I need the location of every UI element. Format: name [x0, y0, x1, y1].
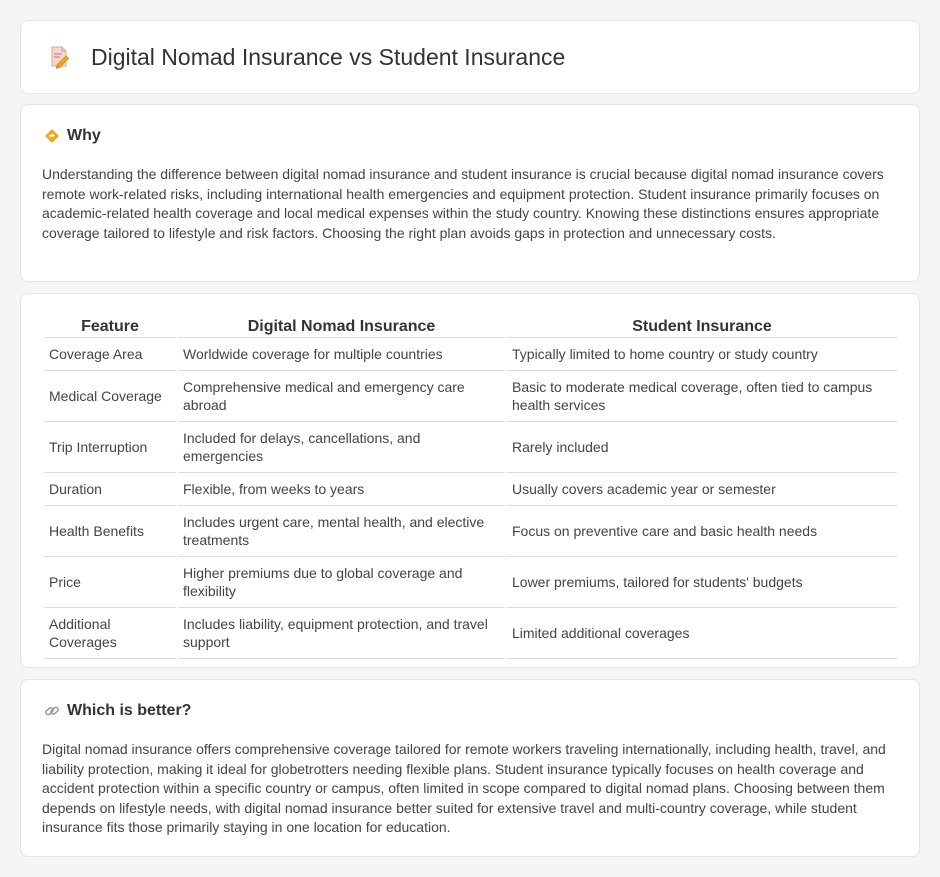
- page-title: Digital Nomad Insurance vs Student Insur…: [91, 43, 566, 70]
- why-section: Why Understanding the difference between…: [20, 104, 920, 282]
- link-icon: [43, 702, 61, 720]
- document-pencil-icon: [47, 45, 71, 69]
- which-better-header: Which is better?: [43, 702, 191, 720]
- student-cell: Limited additional coverages: [507, 608, 897, 659]
- digital-nomad-cell: Includes urgent care, mental health, and…: [178, 506, 505, 557]
- header-card: Digital Nomad Insurance vs Student Insur…: [20, 20, 920, 94]
- digital-nomad-cell: Flexible, from weeks to years: [178, 473, 505, 506]
- student-cell: Focus on preventive care and basic healt…: [507, 506, 897, 557]
- header-feature: Feature: [44, 316, 176, 338]
- diamond-direction-icon: [43, 127, 61, 145]
- digital-nomad-cell: Included for delays, cancellations, and …: [178, 422, 505, 473]
- comparison-section: Feature Digital Nomad Insurance Student …: [20, 293, 920, 668]
- student-cell: Basic to moderate medical coverage, ofte…: [507, 371, 897, 422]
- why-body: Understanding the difference between dig…: [42, 166, 884, 241]
- feature-cell: Coverage Area: [44, 338, 176, 371]
- which-better-title: Which is better?: [67, 702, 192, 719]
- table-header-row: Feature Digital Nomad Insurance Student …: [44, 316, 897, 338]
- table-row: Price Higher premiums due to global cove…: [44, 557, 897, 608]
- feature-cell: Health Benefits: [44, 506, 176, 557]
- table-row: Medical Coverage Comprehensive medical a…: [44, 371, 897, 422]
- student-cell: Typically limited to home country or stu…: [507, 338, 897, 371]
- why-title: Why: [67, 127, 101, 144]
- student-cell: Lower premiums, tailored for students' b…: [507, 557, 897, 608]
- feature-cell: Duration: [44, 473, 176, 506]
- digital-nomad-cell: Worldwide coverage for multiple countrie…: [178, 338, 505, 371]
- table-row: Coverage Area Worldwide coverage for mul…: [44, 338, 897, 371]
- header-digital-nomad: Digital Nomad Insurance: [178, 316, 505, 338]
- feature-cell: Price: [44, 557, 176, 608]
- feature-cell: Additional Coverages: [44, 608, 176, 659]
- why-header: Why: [43, 127, 101, 145]
- which-better-body: Digital nomad insurance offers comprehen…: [42, 741, 886, 836]
- header-student: Student Insurance: [507, 316, 897, 338]
- table-row: Duration Flexible, from weeks to years U…: [44, 473, 897, 506]
- comparison-table: Feature Digital Nomad Insurance Student …: [42, 316, 899, 659]
- digital-nomad-cell: Comprehensive medical and emergency care…: [178, 371, 505, 422]
- which-better-section: Which is better? Digital nomad insurance…: [20, 679, 920, 857]
- feature-cell: Trip Interruption: [44, 422, 176, 473]
- table-row: Health Benefits Includes urgent care, me…: [44, 506, 897, 557]
- digital-nomad-cell: Includes liability, equipment protection…: [178, 608, 505, 659]
- feature-cell: Medical Coverage: [44, 371, 176, 422]
- student-cell: Usually covers academic year or semester: [507, 473, 897, 506]
- student-cell: Rarely included: [507, 422, 897, 473]
- title-row: Digital Nomad Insurance vs Student Insur…: [21, 21, 919, 93]
- table-row: Trip Interruption Included for delays, c…: [44, 422, 897, 473]
- digital-nomad-cell: Higher premiums due to global coverage a…: [178, 557, 505, 608]
- table-row: Additional Coverages Includes liability,…: [44, 608, 897, 659]
